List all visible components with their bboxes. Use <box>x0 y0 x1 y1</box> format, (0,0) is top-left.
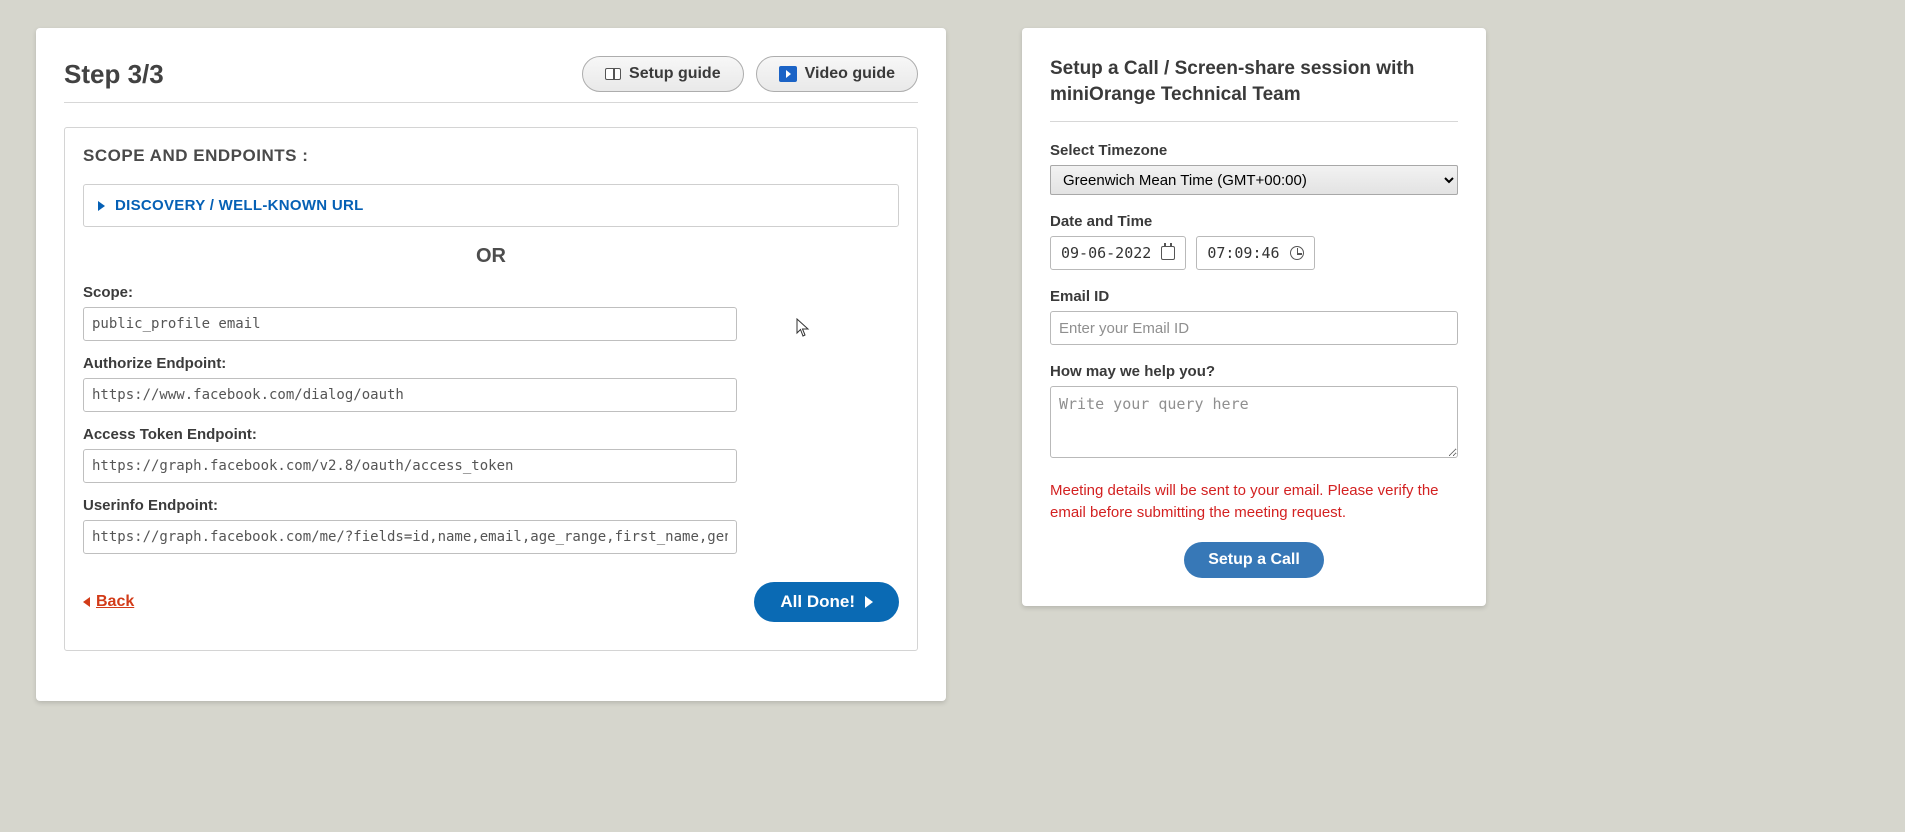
clock-icon <box>1290 246 1304 260</box>
email-label: Email ID <box>1050 288 1458 305</box>
setup-guide-button[interactable]: Setup guide <box>582 56 744 92</box>
all-done-label: All Done! <box>780 592 855 612</box>
chevron-left-icon <box>83 597 90 607</box>
timezone-label: Select Timezone <box>1050 142 1458 159</box>
timezone-select[interactable]: Greenwich Mean Time (GMT+00:00) <box>1050 165 1458 195</box>
token-field: Access Token Endpoint: <box>83 426 899 483</box>
step-title: Step 3/3 <box>64 59 164 90</box>
side-title: Setup a Call / Screen-share session with… <box>1050 56 1458 122</box>
setup-guide-label: Setup guide <box>629 65 721 83</box>
setup-call-button[interactable]: Setup a Call <box>1184 542 1324 578</box>
help-textarea[interactable] <box>1050 386 1458 458</box>
token-label: Access Token Endpoint: <box>83 426 899 443</box>
setup-call-card: Setup a Call / Screen-share session with… <box>1022 28 1486 606</box>
section-title: SCOPE AND ENDPOINTS : <box>83 146 899 166</box>
header-buttons: Setup guide Video guide <box>582 56 918 92</box>
email-block: Email ID <box>1050 288 1458 345</box>
all-done-button[interactable]: All Done! <box>754 582 899 622</box>
video-guide-button[interactable]: Video guide <box>756 56 918 92</box>
calendar-icon <box>1161 246 1175 260</box>
help-label: How may we help you? <box>1050 363 1458 380</box>
scope-label: Scope: <box>83 284 899 301</box>
email-input[interactable] <box>1050 311 1458 345</box>
back-link[interactable]: Back <box>83 593 134 611</box>
main-config-card: Step 3/3 Setup guide Video guide SCOPE A… <box>36 28 946 701</box>
back-label: Back <box>96 593 134 611</box>
date-input[interactable]: 09-06-2022 <box>1050 236 1186 270</box>
scope-endpoints-panel: SCOPE AND ENDPOINTS : DISCOVERY / WELL-K… <box>64 127 918 651</box>
authorize-field: Authorize Endpoint: <box>83 355 899 412</box>
userinfo-label: Userinfo Endpoint: <box>83 497 899 514</box>
token-input[interactable] <box>83 449 737 483</box>
play-icon <box>779 66 797 82</box>
time-value: 07:09:46 <box>1207 244 1279 262</box>
main-header: Step 3/3 Setup guide Video guide <box>64 56 918 103</box>
userinfo-field: Userinfo Endpoint: <box>83 497 899 554</box>
date-value: 09-06-2022 <box>1061 244 1151 262</box>
datetime-label: Date and Time <box>1050 213 1458 230</box>
video-guide-label: Video guide <box>805 65 895 83</box>
datetime-block: Date and Time 09-06-2022 07:09:46 <box>1050 213 1458 270</box>
meeting-notice: Meeting details will be sent to your ema… <box>1050 480 1458 524</box>
time-input[interactable]: 07:09:46 <box>1196 236 1314 270</box>
book-icon <box>605 68 621 80</box>
authorize-label: Authorize Endpoint: <box>83 355 899 372</box>
or-separator: OR <box>83 245 899 268</box>
chevron-right-icon <box>865 596 873 608</box>
userinfo-input[interactable] <box>83 520 737 554</box>
scope-field: Scope: <box>83 284 899 341</box>
help-block: How may we help you? <box>1050 363 1458 462</box>
accordion-label: DISCOVERY / WELL-KNOWN URL <box>115 197 364 214</box>
panel-footer: Back All Done! <box>83 582 899 622</box>
chevron-right-icon <box>98 201 105 211</box>
authorize-input[interactable] <box>83 378 737 412</box>
timezone-block: Select Timezone Greenwich Mean Time (GMT… <box>1050 142 1458 195</box>
scope-input[interactable] <box>83 307 737 341</box>
discovery-url-accordion[interactable]: DISCOVERY / WELL-KNOWN URL <box>83 184 899 227</box>
